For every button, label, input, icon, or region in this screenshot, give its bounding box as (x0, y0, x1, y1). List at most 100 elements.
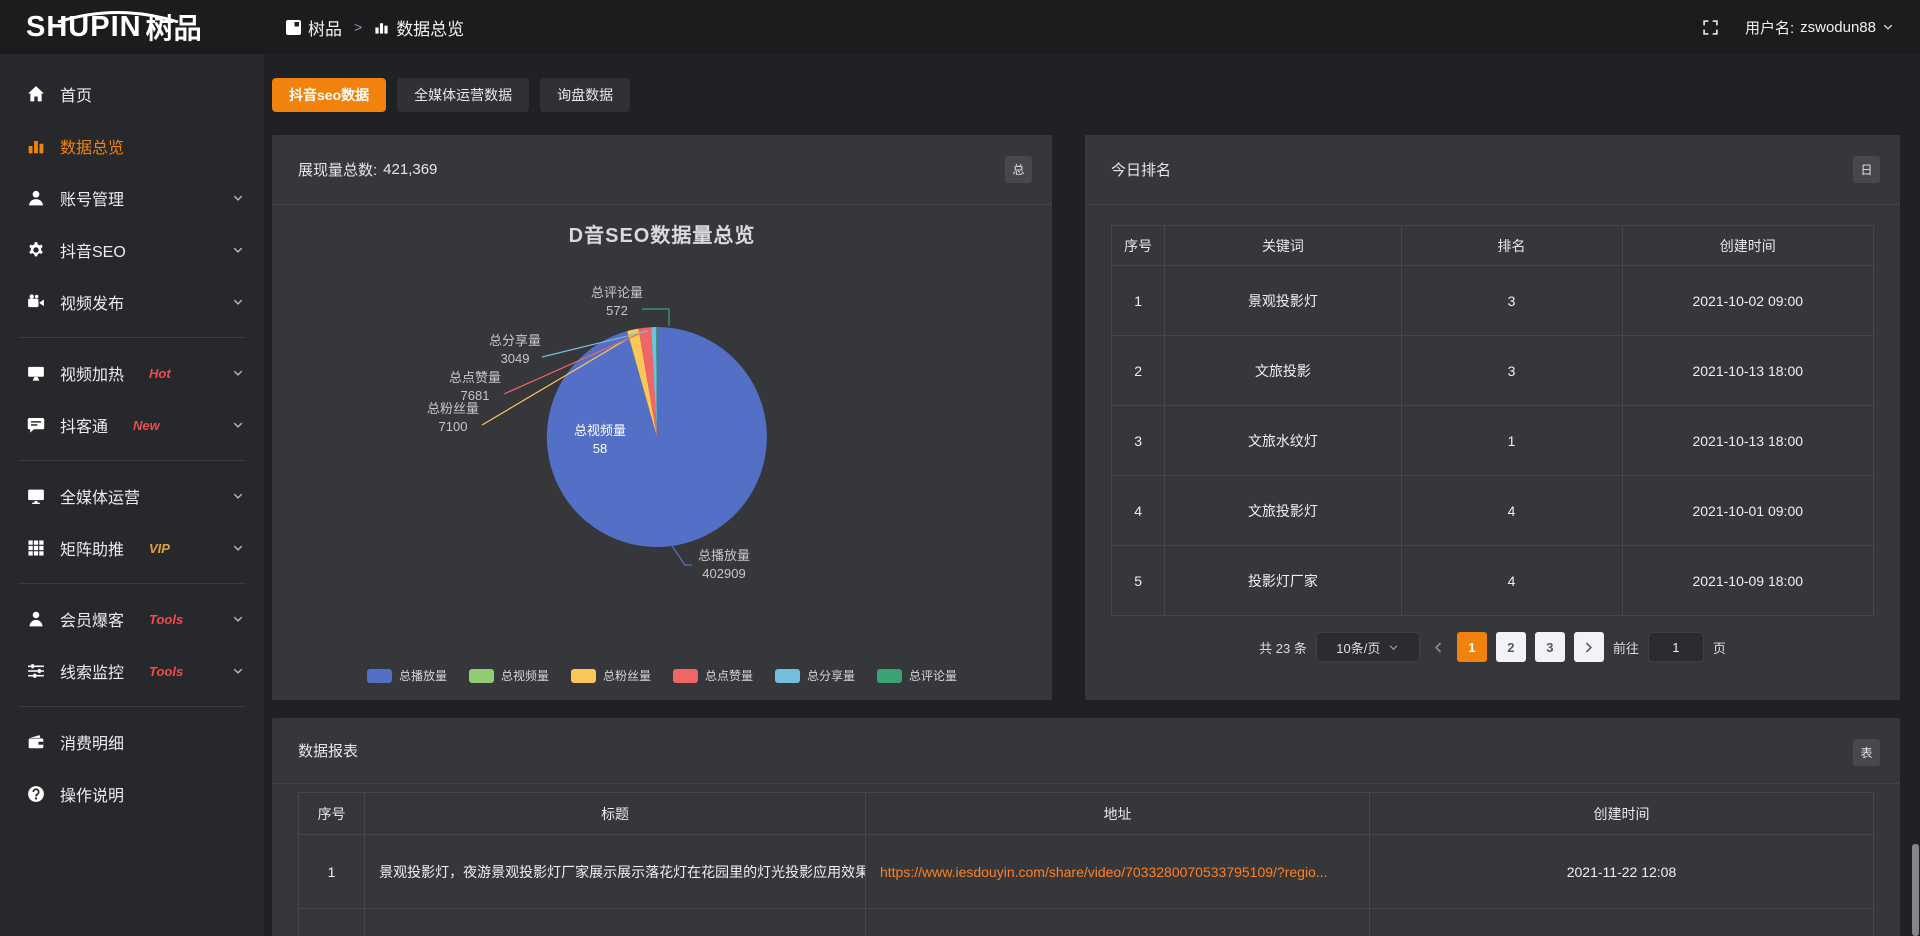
legend-label: 总视频量 (501, 667, 549, 684)
goto-page-input[interactable] (1648, 632, 1704, 662)
fullscreen-icon[interactable] (1702, 19, 1719, 36)
pie-chart-area: D音SEO数据量总览 总播放量402909总视频量58总粉丝量7100总点赞量7… (272, 205, 1052, 700)
vertical-scrollbar-thumb[interactable] (1912, 844, 1919, 936)
table-cell: 文旅水纹灯 (1165, 406, 1401, 476)
page-button-1[interactable]: 1 (1457, 632, 1487, 662)
table-cell: 文旅投影 (1165, 336, 1401, 406)
app-logo[interactable]: SHUPIN 树品 (0, 7, 264, 47)
pie-label-总播放量: 总播放量 (698, 548, 750, 563)
table-cell: 2021-10-13 18:00 (1622, 336, 1873, 406)
video-title: 景观投影灯，夜游景观投影灯厂家展示展示落花灯在花园里的灯光投影应用效果 # (365, 835, 866, 909)
tab-douyin-seo-data[interactable]: 抖音seo数据 (272, 78, 386, 112)
sidebar-item-account-manage[interactable]: 账号管理 (0, 172, 264, 224)
table-row: 5投影灯厂家42021-10-09 18:00 (1112, 546, 1874, 616)
table-cell: 文旅投影灯 (1165, 476, 1401, 546)
pie-label-总分享量: 3049 (501, 351, 530, 366)
chevron-down-icon (232, 244, 244, 256)
page-button-3[interactable]: 3 (1535, 632, 1565, 662)
sidebar-item-badge: VIP (149, 541, 170, 556)
home-icon (27, 85, 45, 103)
tab-inquiry-data[interactable]: 询盘数据 (540, 78, 630, 112)
sidebar-item-member-burst[interactable]: 会员爆客Tools (0, 593, 264, 645)
goto-suffix: 页 (1713, 638, 1726, 657)
legend-item-总粉丝量[interactable]: 总粉丝量 (571, 667, 651, 684)
legend-swatch (673, 669, 698, 683)
header-right: 用户名: zswodun88 (1702, 17, 1920, 38)
column-header: 关键词 (1165, 226, 1401, 266)
sidebar-item-data-overview[interactable]: 数据总览 (0, 120, 264, 172)
legend-swatch (775, 669, 800, 683)
sidebar-item-video-publish[interactable]: 视频发布 (0, 276, 264, 328)
sidebar-item-clue-monitor[interactable]: 线索监控Tools (0, 645, 264, 697)
pie-label-line-总播放量 (672, 546, 692, 565)
legend-label: 总粉丝量 (603, 667, 651, 684)
column-header: 序号 (1112, 226, 1165, 266)
page-button-2[interactable]: 2 (1496, 632, 1526, 662)
sidebar-item-label: 账号管理 (60, 186, 124, 210)
sidebar-item-label: 操作说明 (60, 782, 124, 806)
desktop-icon (27, 487, 45, 505)
ranking-table: 序号关键词排名创建时间1景观投影灯32021-10-02 09:002文旅投影3… (1111, 225, 1874, 616)
legend-item-总点赞量[interactable]: 总点赞量 (673, 667, 753, 684)
pie-label-总评论量: 572 (606, 303, 628, 318)
prev-page-button[interactable] (1429, 641, 1448, 654)
total-badge-button[interactable]: 总 (1005, 156, 1032, 183)
username-value: zswodun88 (1800, 19, 1876, 36)
chevron-down-icon (1882, 21, 1894, 33)
day-badge-button[interactable]: 日 (1853, 156, 1880, 183)
sidebar-item-media-operation[interactable]: 全媒体运营 (0, 470, 264, 522)
ranking-panel: 今日排名 日 序号关键词排名创建时间1景观投影灯32021-10-02 09:0… (1085, 135, 1900, 700)
row-index: 1 (299, 835, 365, 909)
sidebar-item-instructions[interactable]: 操作说明 (0, 768, 264, 820)
tab-media-operation-data[interactable]: 全媒体运营数据 (397, 78, 529, 112)
breadcrumb-root[interactable]: 树品 (286, 15, 342, 40)
pie-label-总分享量: 总分享量 (489, 333, 541, 348)
video-url-link[interactable]: https://www.iesdouyin.com/share/video/70… (865, 835, 1369, 909)
sidebar-item-matrix-boost[interactable]: 矩阵助推VIP (0, 522, 264, 574)
next-page-button[interactable] (1574, 632, 1604, 662)
sidebar-item-home[interactable]: 首页 (0, 68, 264, 120)
table-cell: 5 (1112, 546, 1165, 616)
pie-label-总粉丝量: 总粉丝量 (427, 401, 479, 416)
sidebar-item-label: 抖客通 (60, 413, 108, 437)
breadcrumb-current[interactable]: 数据总览 (374, 15, 464, 40)
legend-item-总播放量[interactable]: 总播放量 (367, 667, 447, 684)
user-menu[interactable]: 用户名: zswodun88 (1745, 17, 1894, 38)
table-row: 1景观投影灯，夜游景观投影灯厂家展示展示落花灯在花园里的灯光投影应用效果 #ht… (299, 835, 1874, 909)
question-icon (27, 785, 45, 803)
legend-item-总视频量[interactable]: 总视频量 (469, 667, 549, 684)
impressions-total-value: 421,369 (383, 161, 437, 178)
bar-chart-icon (374, 20, 389, 35)
chevron-down-icon (232, 419, 244, 431)
page-size-select[interactable]: 10条/页 (1316, 632, 1420, 662)
sidebar: 首页数据总览账号管理抖音SEO视频发布视频加热Hot抖客通New 全媒体运营矩阵助… (0, 54, 264, 936)
legend-swatch (877, 669, 902, 683)
legend-item-总评论量[interactable]: 总评论量 (877, 667, 957, 684)
pagination-total: 共 23 条 (1259, 638, 1307, 657)
goto-label: 前往 (1613, 638, 1639, 657)
sidebar-item-label: 数据总览 (60, 134, 124, 158)
legend-swatch (571, 669, 596, 683)
report-panel: 数据报表 表 序号标题地址创建时间1景观投影灯，夜游景观投影灯厂家展示展示落花灯… (272, 718, 1900, 936)
sidebar-item-badge: Tools (149, 664, 183, 679)
username-label: 用户名: (1745, 17, 1794, 38)
logo-arc-icon (54, 10, 182, 23)
legend-item-总分享量[interactable]: 总分享量 (775, 667, 855, 684)
sidebar-item-consumption-detail[interactable]: 消费明细 (0, 716, 264, 768)
impressions-total-label: 展现量总数: (298, 159, 377, 180)
ranking-title: 今日排名 (1111, 159, 1171, 180)
table-cell: 4 (1112, 476, 1165, 546)
overview-panel: 展现量总数: 421,369 总 D音SEO数据量总览 总播放量402909总视… (272, 135, 1052, 700)
breadcrumb-separator: > (354, 19, 362, 35)
sidebar-item-video-heat[interactable]: 视频加热Hot (0, 347, 264, 399)
table-badge-button[interactable]: 表 (1853, 739, 1880, 766)
column-header: 创建时间 (1622, 226, 1873, 266)
sidebar-item-douyin-seo[interactable]: 抖音SEO (0, 224, 264, 276)
ranking-panel-header: 今日排名 日 (1085, 135, 1900, 205)
pie-chart: 总播放量402909总视频量58总粉丝量7100总点赞量7681总分享量3049… (272, 205, 1052, 635)
sidebar-item-douketong[interactable]: 抖客通New (0, 399, 264, 451)
chevron-down-icon (232, 367, 244, 379)
table-cell: 投影灯厂家 (1165, 546, 1401, 616)
table-header-row: 序号标题地址创建时间 (299, 793, 1874, 835)
table-row: 2文旅投影32021-10-13 18:00 (1112, 336, 1874, 406)
